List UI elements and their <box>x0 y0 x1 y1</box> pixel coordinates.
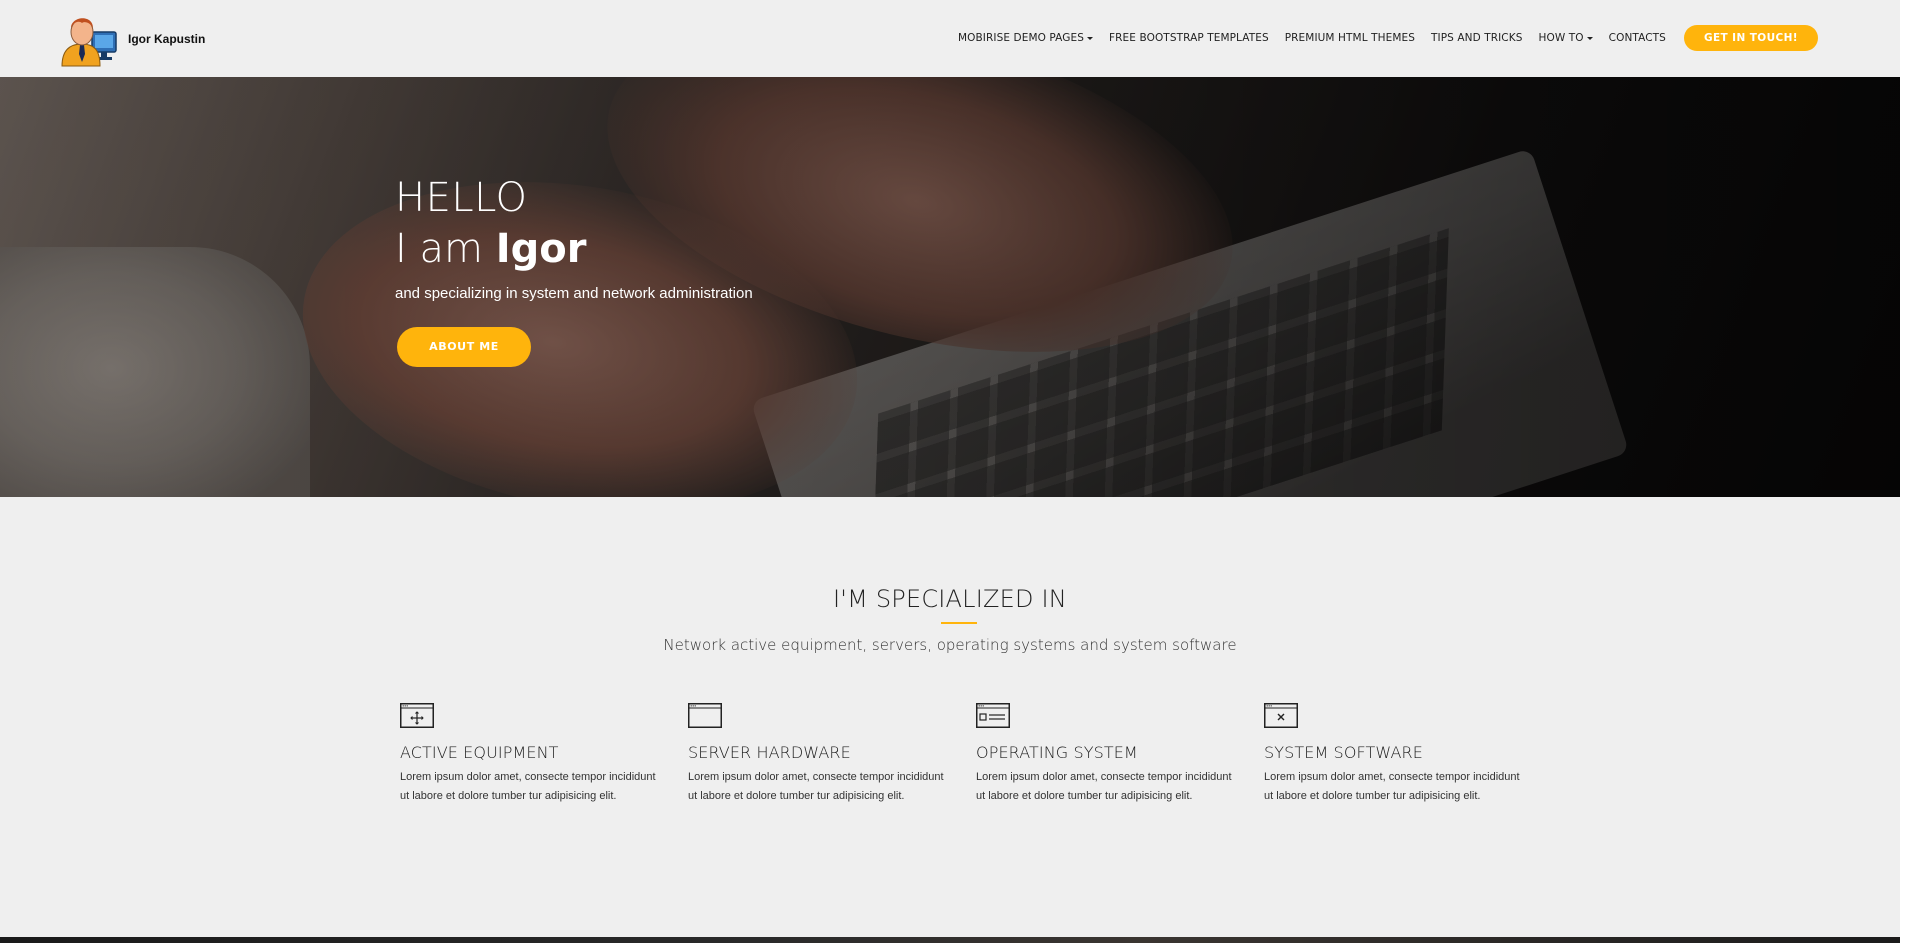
feature-card-server-hardware: SERVER HARDWARE Lorem ipsum dolor amet, … <box>688 703 976 806</box>
nav-item-contacts[interactable]: CONTACTS <box>1609 32 1666 44</box>
feature-title: SERVER HARDWARE <box>688 743 851 762</box>
feature-card-active-equipment: ACTIVE EQUIPMENT Lorem ipsum dolor amet,… <box>400 703 688 806</box>
scrollbar[interactable] <box>1900 0 1920 943</box>
feature-title: OPERATING SYSTEM <box>976 743 1138 762</box>
nav-menu: MOBIRISE DEMO PAGES FREE BOOTSTRAP TEMPL… <box>942 25 1818 51</box>
nav-item-label: CONTACTS <box>1608 32 1666 44</box>
window-close-icon <box>1264 703 1298 728</box>
nav-item-mobirise-demo-pages[interactable]: MOBIRISE DEMO PAGES <box>957 32 1094 44</box>
page: Igor Kapustin MOBIRISE DEMO PAGES FREE B… <box>0 0 1920 943</box>
nav-item-label: MOBIRISE DEMO PAGES <box>957 32 1085 44</box>
section-title: I'M SPECIALIZED IN <box>833 585 1067 613</box>
nav-item-label: PREMIUM HTML THEMES <box>1284 32 1415 44</box>
hero-heading: I am Igor <box>395 223 753 275</box>
get-in-touch-button[interactable]: GET IN TOUCH! <box>1683 25 1818 51</box>
caret-down-icon <box>1586 36 1593 40</box>
user-computer-icon[interactable] <box>60 10 120 68</box>
window-list-icon <box>976 703 1010 728</box>
section-subtitle: Network active equipment, servers, opera… <box>663 636 1237 654</box>
hero-hello: HELLO <box>395 175 528 221</box>
window-move-icon <box>400 703 434 728</box>
nav-item-tips-and-tricks[interactable]: TIPS AND TRICKS <box>1431 32 1523 44</box>
feature-text: Lorem ipsum dolor amet, consecte tempor … <box>1264 771 1520 802</box>
about-me-button[interactable]: ABOUT ME <box>397 327 531 367</box>
nav-item-free-bootstrap-templates[interactable]: FREE BOOTSTRAP TEMPLATES <box>1109 32 1269 44</box>
brand-name[interactable]: Igor Kapustin <box>128 32 205 46</box>
feature-text: Lorem ipsum dolor amet, consecte tempor … <box>400 771 656 802</box>
hero-content: HELLO I am Igor and specializing in syst… <box>395 173 753 367</box>
feature-title: ACTIVE EQUIPMENT <box>400 743 559 762</box>
nav-item-label: TIPS AND TRICKS <box>1431 32 1523 44</box>
nav-item-how-to[interactable]: HOW TO <box>1539 32 1593 44</box>
nav-item-premium-html-themes[interactable]: PREMIUM HTML THEMES <box>1285 32 1415 44</box>
hero-subtitle: and specializing in system and network a… <box>395 285 753 302</box>
hero-iam-prefix: I am <box>395 226 483 272</box>
feature-text: Lorem ipsum dolor amet, consecte tempor … <box>688 771 944 802</box>
hero-overlay <box>0 77 1900 497</box>
window-blank-icon <box>688 703 722 728</box>
hero-section: HELLO I am Igor and specializing in syst… <box>0 77 1900 497</box>
nav-item-label: FREE BOOTSTRAP TEMPLATES <box>1109 32 1269 44</box>
hero-name: Igor <box>495 226 587 272</box>
navbar: Igor Kapustin MOBIRISE DEMO PAGES FREE B… <box>0 0 1900 77</box>
feature-card-operating-system: OPERATING SYSTEM Lorem ipsum dolor amet,… <box>976 703 1264 806</box>
viewport: Igor Kapustin MOBIRISE DEMO PAGES FREE B… <box>0 0 1900 943</box>
features-row: ACTIVE EQUIPMENT Lorem ipsum dolor amet,… <box>400 703 1552 806</box>
feature-title: SYSTEM SOFTWARE <box>1264 743 1423 762</box>
feature-text: Lorem ipsum dolor amet, consecte tempor … <box>976 771 1232 802</box>
title-underline <box>941 622 977 624</box>
brand[interactable]: Igor Kapustin <box>60 10 205 68</box>
feature-card-system-software: SYSTEM SOFTWARE Lorem ipsum dolor amet, … <box>1264 703 1552 806</box>
nav-item-label: HOW TO <box>1538 32 1584 44</box>
next-section-edge <box>0 937 1900 943</box>
specialized-section: I'M SPECIALIZED IN Network active equipm… <box>0 497 1900 937</box>
caret-down-icon <box>1087 36 1094 40</box>
